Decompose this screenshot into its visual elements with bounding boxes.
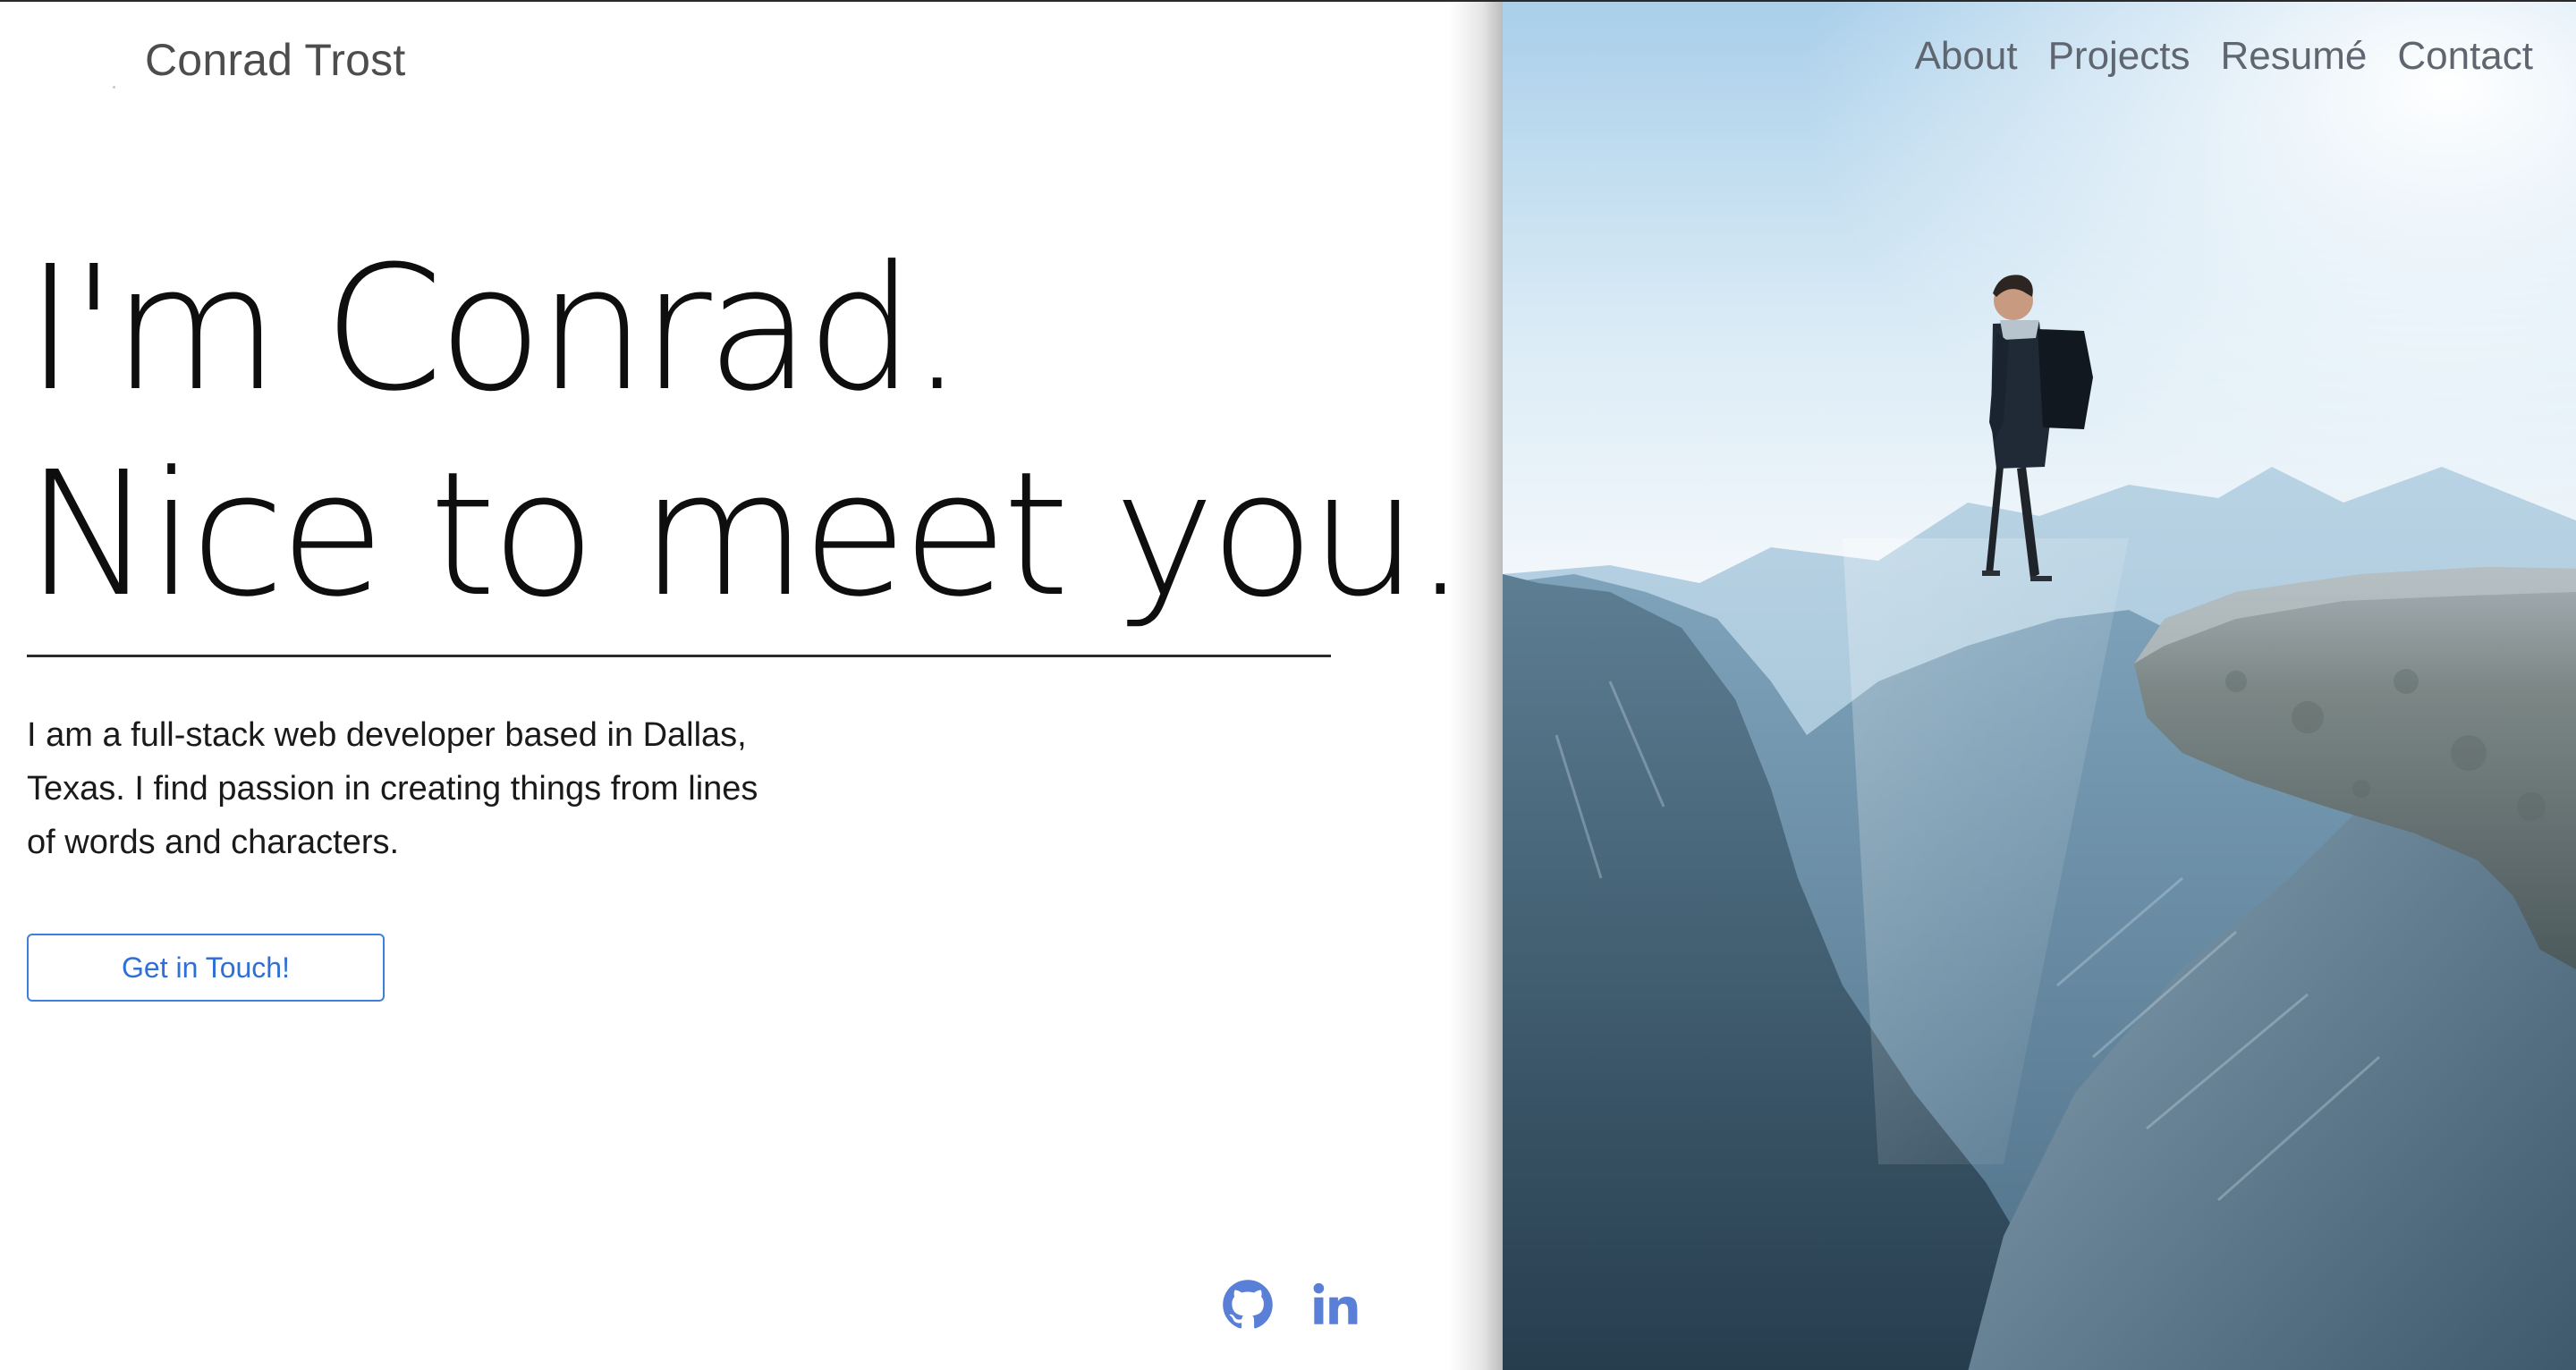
brand-name-link[interactable]: Conrad Trost [145, 34, 405, 86]
github-link[interactable] [1222, 1279, 1274, 1331]
hero-line-1: I'm Conrad. [25, 230, 964, 429]
panel-shadow [1449, 2, 1504, 1370]
linkedin-link[interactable] [1309, 1279, 1361, 1331]
social-links [1222, 1279, 1361, 1331]
get-in-touch-button[interactable]: Get in Touch! [27, 934, 385, 1002]
landing-page: Conrad Trost I'm Conrad. Nice to meet yo… [0, 0, 2576, 1370]
github-icon [1223, 1280, 1273, 1329]
nav-contact-link[interactable]: Contact [2397, 34, 2533, 79]
nav-projects-link[interactable]: Projects [2048, 34, 2190, 79]
nav-about-link[interactable]: About [1915, 34, 2018, 79]
nav-resume-link[interactable]: Resumé [2221, 34, 2368, 79]
hero-heading: I'm Conrad. Nice to meet you. [25, 227, 1468, 638]
main-nav: About Projects Resumé Contact [1915, 34, 2533, 79]
hero-divider [27, 655, 1331, 657]
brand-mark [113, 86, 115, 89]
hero-line-2: Nice to meet you. [25, 436, 1468, 635]
bio-text: I am a full-stack web developer based in… [27, 716, 758, 861]
hero-photo-panel: About Projects Resumé Contact [1503, 2, 2576, 1370]
intro-panel: Conrad Trost I'm Conrad. Nice to meet yo… [0, 2, 1504, 1370]
linkedin-icon [1313, 1282, 1358, 1324]
mountain-hiker-photo [1503, 2, 2576, 1370]
